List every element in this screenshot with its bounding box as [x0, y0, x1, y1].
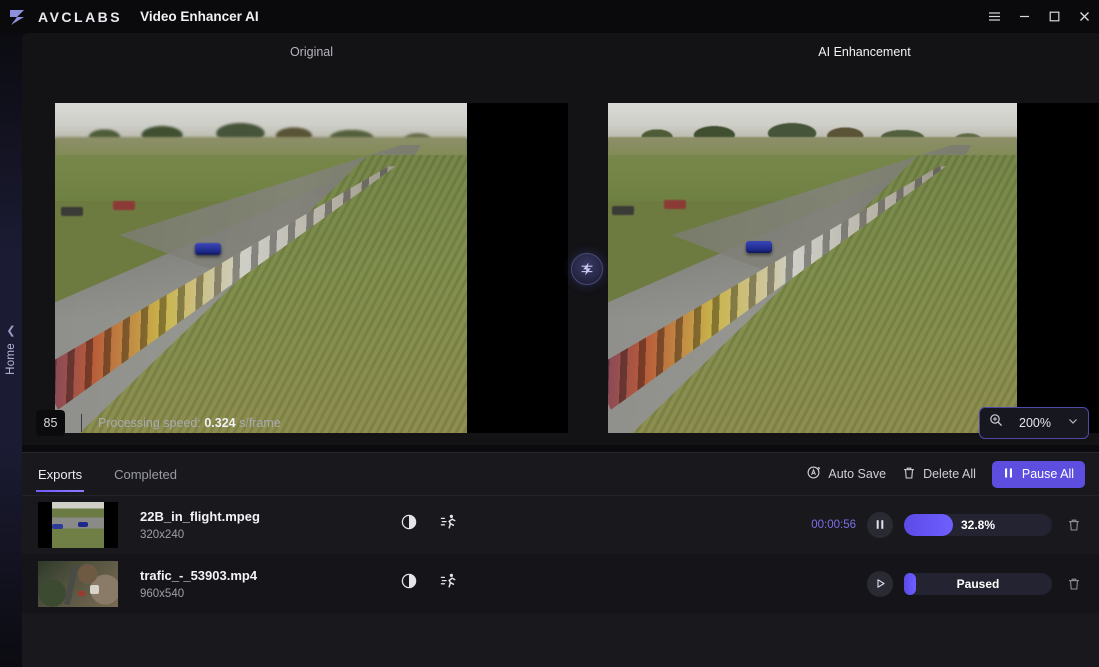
delete-all-label: Delete All: [923, 467, 976, 481]
tab-completed[interactable]: Completed: [112, 467, 179, 482]
motion-running-icon[interactable]: [440, 513, 458, 536]
trash-icon: [902, 466, 916, 483]
auto-save-button[interactable]: Auto Save: [806, 465, 886, 483]
delete-all-button[interactable]: Delete All: [902, 466, 976, 483]
file-thumbnail: [38, 560, 118, 607]
file-name: 22B_in_flight.mpeg: [140, 508, 260, 524]
flash-bolt-icon[interactable]: [571, 253, 603, 285]
processing-speed-value: 0.324: [204, 415, 236, 430]
progress-bar-fill: [904, 572, 916, 595]
sidebar-item-home[interactable]: Home: [5, 343, 17, 375]
panel-toolbar: Auto Save Delete All Pause All: [806, 460, 1085, 488]
pause-icon[interactable]: [867, 511, 893, 538]
scene-distant-car-2: [61, 207, 83, 216]
file-thumbnail: [38, 501, 118, 548]
title-bar: AVCLABS Video Enhancer AI: [0, 0, 1099, 33]
play-icon[interactable]: [867, 570, 893, 597]
app-title: Video Enhancer AI: [140, 9, 259, 24]
tab-bar: Exports Completed Auto Save Delete All P…: [22, 453, 1099, 495]
avclabs-logo-icon: [6, 4, 32, 30]
frame-number-badge: 85: [36, 409, 65, 436]
preview-panel: Original AI Enhancement: [22, 33, 1099, 445]
status-strip: 85 Processing speed: 0.324 s/frame 200%: [22, 400, 1099, 445]
original-preview-label: Original: [289, 45, 334, 59]
motion-running-icon[interactable]: [440, 572, 458, 595]
enhanced-preview-label: AI Enhancement: [818, 45, 911, 59]
zoom-level-value: 200%: [1019, 415, 1051, 430]
window-controls: [979, 0, 1099, 33]
processing-speed-text: Processing speed: 0.324 s/frame: [98, 416, 281, 430]
enhanced-video-preview[interactable]: [608, 103, 1099, 433]
trash-icon[interactable]: [1063, 514, 1085, 536]
pause-icon: [1003, 467, 1014, 482]
minimize-icon[interactable]: [1009, 0, 1039, 33]
contrast-icon[interactable]: [400, 572, 418, 595]
auto-save-label: Auto Save: [828, 467, 887, 481]
original-video-preview[interactable]: [55, 103, 568, 433]
scene-blue-car: [746, 241, 772, 253]
row-action-icons: [400, 572, 458, 595]
table-row[interactable]: 22B_in_flight.mpeg 320x240 00:00:56 32.8…: [22, 495, 1099, 554]
chevron-down-icon[interactable]: [1067, 414, 1079, 432]
file-name: trafic_-_53903.mp4: [140, 567, 258, 583]
file-info: 22B_in_flight.mpeg 320x240: [140, 509, 390, 541]
scene-blue-car: [195, 243, 221, 255]
file-resolution: 960x540: [140, 587, 185, 600]
letterbox-right: [1017, 103, 1099, 433]
progress-label: Paused: [956, 576, 1000, 591]
pause-all-label: Pause All: [1021, 467, 1074, 481]
progress-bar-fill: [904, 513, 953, 536]
table-row[interactable]: trafic_-_53903.mp4 960x540 Paused: [22, 554, 1099, 613]
letterbox-right: [467, 103, 568, 433]
processing-speed-unit: s/frame: [239, 415, 281, 430]
zoom-in-icon: [989, 413, 1003, 432]
chevron-left-icon[interactable]: ❮: [6, 325, 15, 337]
elapsed-time: 00:00:56: [811, 518, 856, 531]
progress-bar[interactable]: Paused: [904, 572, 1052, 595]
maximize-icon[interactable]: [1039, 0, 1069, 33]
scene-distant-car: [664, 200, 686, 209]
thumbnail-image: [38, 501, 118, 548]
row-progress-controls: Paused: [804, 570, 1085, 597]
row-action-icons: [400, 513, 458, 536]
thumbnail-image: [38, 560, 118, 607]
scene-distant-car-2: [612, 206, 634, 215]
progress-label: 32.8%: [960, 517, 996, 532]
exports-panel: Exports Completed Auto Save Delete All P…: [22, 452, 1099, 667]
row-progress-controls: 00:00:56 32.8%: [804, 511, 1085, 538]
hamburger-menu-icon[interactable]: [979, 0, 1009, 33]
contrast-icon[interactable]: [400, 513, 418, 536]
left-sidebar[interactable]: ❮ Home: [0, 33, 22, 667]
auto-save-icon: [806, 465, 821, 483]
tab-exports[interactable]: Exports: [36, 467, 85, 492]
progress-bar[interactable]: 32.8%: [904, 513, 1052, 536]
processing-speed-prefix: Processing speed:: [98, 415, 201, 430]
video-scene-enhanced: [608, 103, 1017, 433]
trash-icon[interactable]: [1063, 573, 1085, 595]
brand-name: AVCLABS: [38, 8, 123, 25]
close-icon[interactable]: [1069, 0, 1099, 33]
zoom-level-select[interactable]: 200%: [979, 406, 1089, 439]
scene-distant-car: [113, 201, 135, 210]
divider: [81, 413, 82, 432]
video-scene-original: [55, 103, 467, 433]
file-info: trafic_-_53903.mp4 960x540: [140, 568, 390, 600]
pause-all-button[interactable]: Pause All: [991, 460, 1085, 488]
file-resolution: 320x240: [140, 528, 185, 541]
